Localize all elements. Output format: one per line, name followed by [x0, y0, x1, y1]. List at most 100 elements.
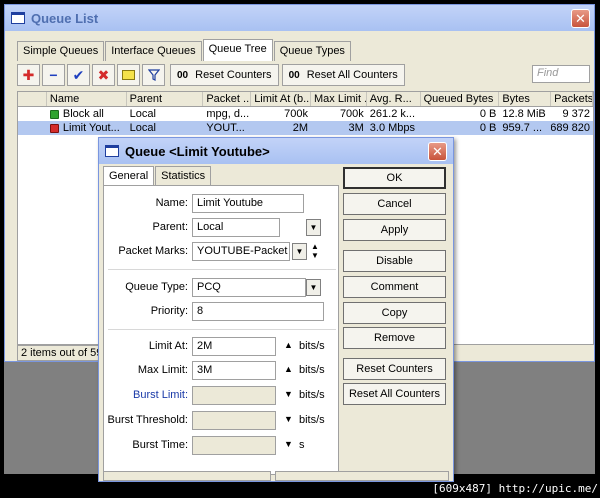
- comment-button[interactable]: [117, 64, 140, 86]
- window-icon: [11, 12, 25, 24]
- limit-at-label: Limit At:: [148, 340, 188, 352]
- find-input[interactable]: Find: [532, 65, 590, 83]
- unit-label: bits/s: [299, 414, 325, 426]
- enable-button[interactable]: ✔: [67, 64, 90, 86]
- queue-type-label: Queue Type:: [125, 281, 188, 293]
- tab-general[interactable]: General: [103, 166, 155, 185]
- header-cell[interactable]: Limit At (b...: [251, 92, 311, 106]
- divider: [108, 329, 336, 330]
- row-bytes: 12.8 MiB: [502, 108, 546, 120]
- dialog-title: Queue <Limit Youtube>: [125, 143, 270, 159]
- reset-all-counters-button[interactable]: Reset All Counters: [343, 383, 446, 405]
- comment-button[interactable]: Comment: [343, 276, 446, 298]
- header-cell[interactable]: Max Limit ...: [311, 92, 367, 106]
- queue-type-select[interactable]: PCQ: [192, 278, 306, 297]
- header-cell[interactable]: Bytes: [499, 92, 552, 106]
- row-limit-at: 2M: [292, 122, 308, 134]
- parent-select[interactable]: Local: [192, 218, 280, 237]
- row-avg-rate: 261.2 k...: [369, 108, 416, 120]
- max-limit-row: Max Limit: 3M ▲ bits/s: [104, 361, 340, 381]
- remove-button[interactable]: −: [42, 64, 65, 86]
- table-row[interactable]: Block all Local mpg, d... 700k 700k 261.…: [18, 107, 593, 121]
- row-gap: [18, 107, 47, 121]
- disable-button[interactable]: ✖: [92, 64, 115, 86]
- header-cell[interactable]: Packets: [551, 92, 594, 106]
- unit-label: s: [299, 439, 305, 451]
- header-cell[interactable]: Queued Bytes: [421, 92, 500, 106]
- x-icon: ✖: [97, 66, 110, 83]
- tab-interface-queues[interactable]: Interface Queues: [105, 41, 202, 61]
- burst-threshold-label: Burst Threshold:: [107, 414, 188, 426]
- tab-bar: Simple Queues Interface Queues Queue Tre…: [17, 39, 352, 61]
- up-arrow-icon[interactable]: ▲: [284, 364, 293, 374]
- queue-green-icon: [49, 109, 59, 119]
- row-parent: Local: [129, 122, 156, 134]
- up-arrow-icon[interactable]: ▲: [284, 340, 293, 350]
- row-limit-at: 700k: [284, 108, 308, 120]
- priority-label: Priority:: [150, 305, 188, 317]
- filter-button[interactable]: [142, 64, 165, 86]
- queue-dialog: Queue <Limit Youtube> ✕ General Statisti…: [98, 137, 454, 482]
- reset-all-icon: 00: [288, 69, 300, 81]
- comment-icon: [122, 70, 135, 80]
- row-max-limit: 3M: [348, 122, 364, 134]
- burst-time-input[interactable]: [192, 436, 276, 455]
- packet-marks-row: Packet Marks: YOUTUBE-Packet ▼ ▲ ▼: [104, 242, 340, 262]
- header-cell[interactable]: Avg. R...: [367, 92, 421, 106]
- minus-icon: −: [49, 67, 58, 83]
- disable-button[interactable]: Disable: [343, 250, 446, 272]
- window-title: Queue List: [31, 10, 99, 26]
- header-cell[interactable]: Name: [47, 92, 127, 106]
- up-down-arrows-icon[interactable]: ▲ ▼: [311, 242, 319, 260]
- row-packet-marks: mpg, d...: [206, 108, 250, 120]
- max-limit-input[interactable]: 3M: [192, 361, 276, 380]
- table-row[interactable]: Limit Yout... Local YOUT... 2M 3M 3.0 Mb…: [18, 121, 593, 135]
- down-arrow-icon[interactable]: ▼: [284, 389, 293, 399]
- reset-counters-button[interactable]: 00 Reset Counters: [170, 64, 279, 86]
- burst-limit-label: Burst Limit:: [132, 389, 188, 401]
- chevron-down-icon[interactable]: ▼: [306, 279, 321, 296]
- tab-queue-types[interactable]: Queue Types: [273, 41, 351, 61]
- row-bytes: 959.7 ...: [502, 122, 543, 134]
- chevron-down-icon[interactable]: ▼: [292, 243, 307, 260]
- unit-label: bits/s: [299, 364, 325, 376]
- down-arrow-icon[interactable]: ▼: [284, 414, 293, 424]
- tab-statistics[interactable]: Statistics: [155, 166, 212, 185]
- apply-button[interactable]: Apply: [343, 219, 446, 241]
- copy-button[interactable]: Copy: [343, 302, 446, 324]
- header-cell[interactable]: Parent: [127, 92, 204, 106]
- packet-marks-select[interactable]: YOUTUBE-Packet: [192, 242, 290, 261]
- add-button[interactable]: ✚: [17, 64, 40, 86]
- cancel-button[interactable]: Cancel: [343, 193, 446, 215]
- burst-threshold-row: Burst Threshold: ▼ bits/s: [104, 411, 340, 431]
- down-arrow-icon[interactable]: ▼: [284, 439, 293, 449]
- dialog-tabs: General Statistics: [103, 166, 212, 185]
- priority-input[interactable]: 8: [192, 302, 324, 321]
- dialog-close-icon[interactable]: ✕: [428, 142, 447, 161]
- close-icon[interactable]: ✕: [571, 9, 590, 28]
- window-titlebar[interactable]: Queue List ✕: [5, 5, 594, 31]
- ok-button[interactable]: OK: [343, 167, 446, 189]
- reset-all-counters-button[interactable]: 00 Reset All Counters: [281, 64, 405, 86]
- chevron-down-icon[interactable]: ▼: [306, 219, 321, 236]
- remove-button[interactable]: Remove: [343, 327, 446, 349]
- max-limit-label: Max Limit:: [137, 364, 188, 376]
- reset-all-counters-label: Reset All Counters: [306, 69, 398, 81]
- tab-simple-queues[interactable]: Simple Queues: [17, 41, 105, 61]
- row-packets: 689 820: [551, 122, 591, 134]
- priority-row: Priority: 8: [104, 302, 340, 322]
- general-panel: Name: Limit Youtube Parent: Local ▼ Pack…: [103, 185, 339, 475]
- name-input[interactable]: Limit Youtube: [192, 194, 304, 213]
- header-cell[interactable]: Packet ...: [203, 92, 252, 106]
- name-label: Name:: [155, 197, 188, 209]
- limit-at-input[interactable]: 2M: [192, 337, 276, 356]
- reset-icon: 00: [177, 69, 189, 81]
- header-cell[interactable]: [18, 92, 47, 106]
- watermark-text: [609x487] http://upic.me/: [432, 482, 598, 495]
- dialog-titlebar[interactable]: Queue <Limit Youtube> ✕: [99, 138, 453, 164]
- burst-threshold-input[interactable]: [192, 411, 276, 430]
- reset-counters-button[interactable]: Reset Counters: [343, 358, 446, 380]
- tab-queue-tree[interactable]: Queue Tree: [202, 39, 273, 61]
- burst-limit-input[interactable]: [192, 386, 276, 405]
- row-packet-marks: YOUT...: [206, 122, 245, 134]
